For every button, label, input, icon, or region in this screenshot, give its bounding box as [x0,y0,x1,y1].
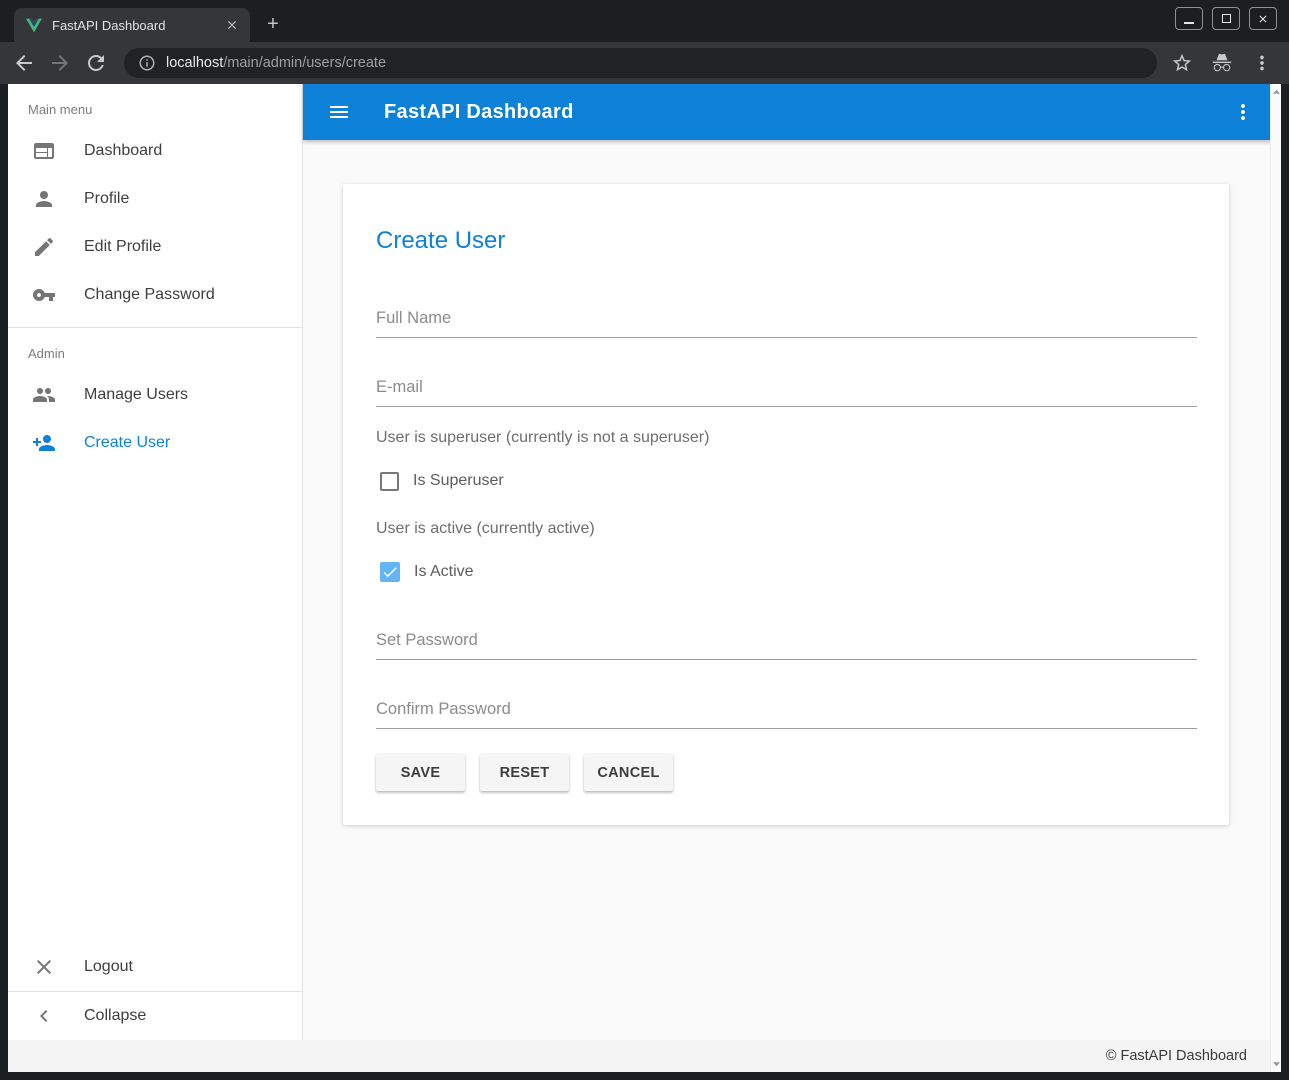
sidebar-item-label: Edit Profile [84,238,161,256]
sidebar-section-header: Admin [8,328,302,371]
url-path: /main/admin/users/create [223,55,386,71]
tab-title: FastAPI Dashboard [52,18,224,33]
confirm-password-field[interactable]: Confirm Password [376,700,1197,729]
is-active-label: Is Active [414,563,474,581]
create-user-card: Create User Full Name E-mail User is sup… [343,184,1229,825]
form-actions: SAVE RESET CANCEL [376,754,1197,791]
bookmark-star-icon[interactable] [1171,52,1193,74]
hamburger-menu-icon[interactable] [327,100,351,124]
app-title: FastAPI Dashboard [384,101,574,124]
email-placeholder: E-mail [376,378,423,396]
sidebar-item-logout[interactable]: Logout [8,943,302,991]
url-bar[interactable]: localhost/main/admin/users/create [124,48,1157,78]
sidebar-item-dashboard[interactable]: Dashboard [8,127,302,175]
copyright-text: © FastAPI Dashboard [1106,1048,1247,1064]
sidebar: Main menu Dashboard Profile [8,84,303,1040]
app-toolbar: FastAPI Dashboard [303,84,1281,140]
scrollbar-up-icon[interactable] [1272,87,1281,97]
tab-close-icon[interactable] [224,17,240,33]
full-name-field[interactable]: Full Name [376,309,1197,338]
page-title: Create User [376,227,1197,255]
set-password-placeholder: Set Password [376,631,478,649]
reset-button[interactable]: RESET [480,754,569,791]
sidebar-item-change-password[interactable]: Change Password [8,271,302,319]
sidebar-bottom: Logout Collapse [8,943,302,1040]
sidebar-item-collapse[interactable]: Collapse [8,992,302,1040]
app-footer: © FastAPI Dashboard [8,1040,1281,1072]
forward-icon[interactable] [48,51,72,75]
sidebar-item-label: Manage Users [84,386,188,404]
email-field[interactable]: E-mail [376,378,1197,407]
sidebar-item-label: Create User [84,434,170,452]
app-viewport: Main menu Dashboard Profile [8,84,1281,1072]
pencil-icon [32,235,56,259]
sidebar-item-label: Logout [84,958,133,976]
confirm-password-placeholder: Confirm Password [376,700,511,718]
back-icon[interactable] [12,51,36,75]
sidebar-item-edit-profile[interactable]: Edit Profile [8,223,302,271]
browser-toolbar: localhost/main/admin/users/create [0,42,1289,84]
page-info-icon[interactable] [138,54,156,72]
set-password-field[interactable]: Set Password [376,631,1197,660]
is-superuser-checkbox[interactable] [380,472,399,491]
sidebar-item-manage-users[interactable]: Manage Users [8,371,302,419]
main-area: FastAPI Dashboard Create User Full Name … [303,84,1281,1040]
close-button[interactable] [1249,7,1277,30]
minimize-button[interactable] [1175,7,1203,30]
scrollbar-down-icon[interactable] [1272,1059,1281,1069]
person-icon [32,187,56,211]
app-menu-dots-icon[interactable] [1231,100,1255,124]
full-name-placeholder: Full Name [376,309,451,327]
vue-logo-favicon [26,18,42,33]
close-icon [32,955,56,979]
page-content: Create User Full Name E-mail User is sup… [303,140,1281,1040]
page-scrollbar[interactable] [1270,84,1281,1072]
sidebar-item-profile[interactable]: Profile [8,175,302,223]
is-superuser-label: Is Superuser [413,472,504,490]
web-icon [32,139,56,163]
save-button[interactable]: SAVE [376,754,465,791]
url-host: localhost [166,55,223,71]
browser-menu-icon[interactable] [1251,52,1273,74]
key-icon [32,283,56,307]
incognito-icon [1211,52,1233,74]
sidebar-item-label: Dashboard [84,142,162,160]
cancel-button[interactable]: CANCEL [584,754,673,791]
browser-window: FastAPI Dashboard + localh [0,0,1289,1080]
sidebar-section-header: Main menu [8,84,302,127]
browser-titlebar: FastAPI Dashboard + [0,0,1289,42]
maximize-button[interactable] [1212,7,1240,30]
is-active-checkbox-row[interactable]: Is Active [376,560,1197,584]
sidebar-item-label: Change Password [84,286,215,304]
sidebar-item-label: Profile [84,190,129,208]
sidebar-item-label: Collapse [84,1007,146,1025]
person-add-icon [32,431,56,455]
toolbar-right [1171,52,1273,74]
browser-tab[interactable]: FastAPI Dashboard [14,8,250,42]
chevron-left-icon [32,1004,56,1028]
people-icon [32,383,56,407]
reload-icon[interactable] [84,51,108,75]
window-controls [1175,7,1277,30]
is-active-checkbox[interactable] [380,562,400,582]
superuser-hint: User is superuser (currently is not a su… [376,429,1197,447]
sidebar-item-create-user[interactable]: Create User [8,419,302,467]
new-tab-button[interactable]: + [262,14,284,36]
active-hint: User is active (currently active) [376,520,1197,538]
url-text: localhost/main/admin/users/create [166,55,386,71]
is-superuser-checkbox-row[interactable]: Is Superuser [376,469,1197,493]
